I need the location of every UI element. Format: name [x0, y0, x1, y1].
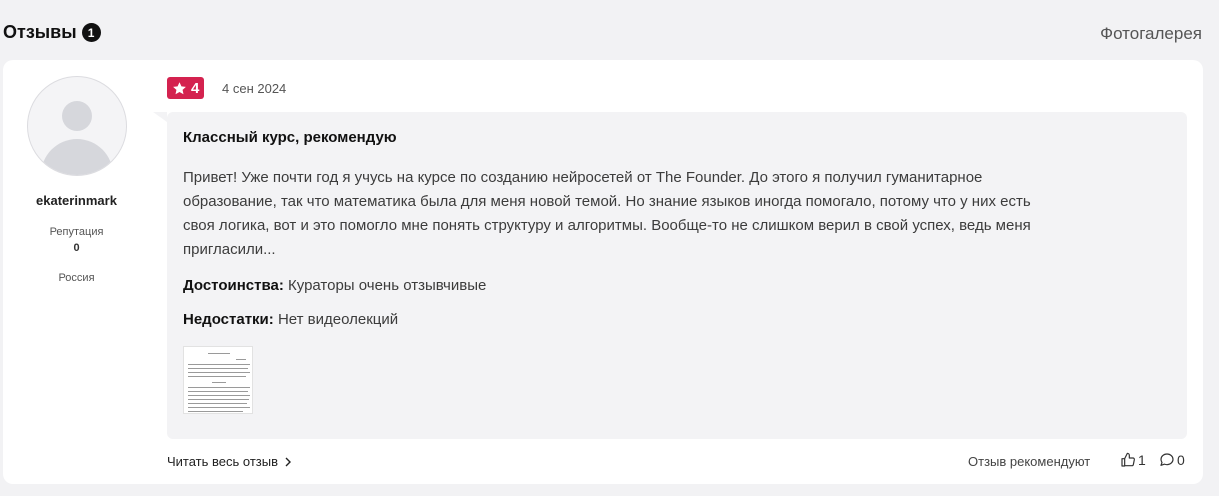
reviews-title: Отзывы 1: [3, 22, 101, 43]
author-country: Россия: [58, 272, 95, 284]
avatar-placeholder-icon[interactable]: [27, 76, 127, 176]
review-text-line: Привет! Уже почти год я учусь на курсе п…: [183, 169, 983, 186]
reputation-value: 0: [73, 242, 80, 254]
reviews-header: Отзывы 1 Фотогалерея: [0, 20, 1219, 48]
pros-text: Кураторы очень отзывчивые: [288, 277, 487, 294]
cons-text: Нет видеолекций: [277, 311, 399, 328]
review-date: 4 сен 2024: [222, 81, 287, 96]
rating-badge: 4: [167, 77, 205, 99]
review-cons: Недостатки: Нет видеолекций: [183, 311, 1171, 328]
read-more-label: Читать весь отзыв: [167, 454, 279, 469]
review-body: Классный курс, рекомендую Привет! Уже по…: [153, 112, 1187, 439]
star-icon: [173, 81, 186, 94]
recommend-label: Отзыв рекомендуют: [968, 454, 1091, 469]
like-button[interactable]: 1: [1120, 452, 1146, 468]
pros-label: Достоинства:: [183, 277, 284, 294]
review-title: Классный курс, рекомендую: [183, 129, 397, 146]
comments-count: 0: [1177, 452, 1185, 468]
reputation-label: Репутация: [49, 226, 104, 238]
review-text-line: своя логика, вот и это помогло мне понят…: [183, 217, 1031, 234]
comments-button[interactable]: 0: [1159, 452, 1185, 468]
cons-label: Недостатки:: [183, 311, 274, 328]
review-text-line: образование, так что математика была для…: [183, 193, 1031, 210]
read-full-review-link[interactable]: Читать весь отзыв: [167, 454, 292, 469]
reviews-title-text: Отзывы: [3, 22, 77, 42]
review-text-line: пригласили...: [183, 241, 276, 258]
comment-icon: [1160, 453, 1174, 466]
author-name[interactable]: ekaterinmark: [3, 193, 150, 208]
attachment-thumbnail[interactable]: [183, 346, 253, 414]
photo-gallery-link[interactable]: Фотогалерея: [1100, 24, 1202, 44]
rating-value: 4: [191, 79, 200, 97]
review-pros: Достоинства: Кураторы очень отзывчивые: [183, 277, 1171, 294]
likes-count: 1: [1138, 452, 1146, 468]
review-card: ekaterinmark Репутация 0 Россия 4 4 сен …: [3, 60, 1203, 484]
chevron-right-icon: [285, 457, 292, 466]
review-text: Привет! Уже почти год я учусь на курсе п…: [183, 166, 1143, 262]
thumbs-up-icon: [1121, 452, 1135, 467]
reviews-count-badge: 1: [81, 23, 101, 42]
